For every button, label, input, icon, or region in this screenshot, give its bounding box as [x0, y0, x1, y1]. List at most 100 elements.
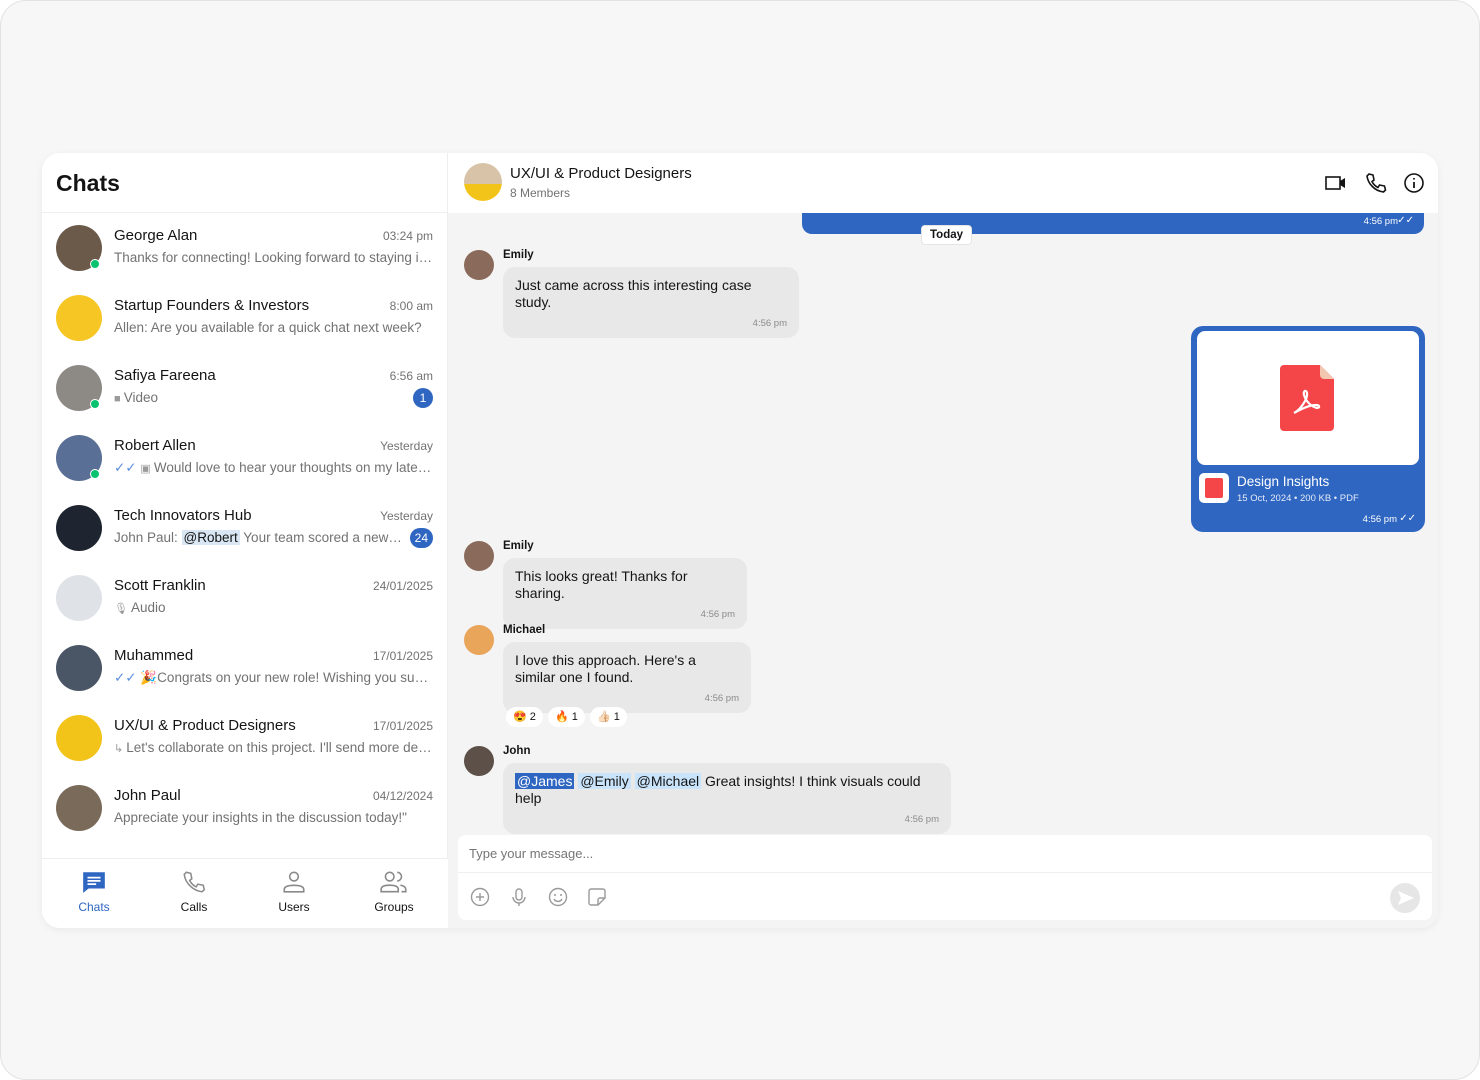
chat-list-item[interactable]: John Paul 04/12/2024 Appreciate your insig…: [42, 785, 448, 855]
pdf-icon: [1280, 365, 1334, 431]
unread-badge: 24: [409, 528, 433, 548]
unread-badge: 1: [413, 388, 433, 408]
reaction-chip[interactable]: 🔥 1: [548, 707, 585, 727]
chat-time: 8:00 am: [389, 299, 433, 313]
message-text: This looks great! Thanks for sharing.: [515, 568, 688, 601]
sender-name: John: [503, 745, 531, 757]
reaction-count: 1: [613, 711, 620, 723]
member-count: 8 Members: [510, 186, 571, 200]
file-message[interactable]: Design Insights 15 Oct, 2024 • 200 KB • …: [1191, 326, 1425, 532]
chat-preview: Appreciate your insights in the discussi…: [114, 810, 434, 825]
reaction-emoji: 😍: [513, 711, 527, 723]
message-input[interactable]: [458, 835, 1432, 873]
divider: [42, 212, 448, 213]
message-time: 4:56 pm: [1363, 216, 1398, 227]
sender-name: Michael: [503, 624, 546, 636]
reaction-chip[interactable]: 😍 2: [506, 707, 543, 727]
tab-users[interactable]: Users: [244, 869, 344, 914]
file-name: Design Insights: [1237, 474, 1330, 489]
mention[interactable]: @James: [515, 773, 575, 789]
conversation-title: UX/UI & Product Designers: [510, 165, 692, 182]
mic-icon: 🎙: [114, 603, 132, 615]
sender-name: Emily: [503, 540, 534, 552]
tab-calls[interactable]: Calls: [144, 869, 244, 914]
file-type-icon: [1199, 473, 1229, 503]
read-receipt-icon: ✓✓: [114, 460, 141, 475]
message-bubble: Just came across this interesting case s…: [503, 267, 799, 338]
avatar: [464, 746, 494, 776]
mention: @Robert: [181, 530, 240, 545]
chat-preview: ✓✓ 🎉Congrats on your new role! Wishing y…: [114, 670, 434, 686]
avatar: [464, 250, 494, 280]
chat-time: 04/12/2024: [372, 789, 433, 803]
group-avatar[interactable]: [464, 163, 502, 201]
avatar: [464, 625, 494, 655]
microphone-icon[interactable]: [509, 887, 529, 907]
sticker-icon[interactable]: [587, 887, 607, 907]
voice-call-icon[interactable]: [1364, 171, 1388, 195]
chat-list-item[interactable]: Tech Innovators Hub Yesterday John Paul: @…: [42, 505, 448, 575]
tab-label: Chats: [78, 900, 110, 914]
add-attachment-icon[interactable]: [470, 887, 490, 907]
chat-list-item[interactable]: Muhammed 17/01/2025 ✓✓ 🎉Congrats on your n…: [42, 645, 448, 715]
avatar: [56, 505, 102, 551]
reaction-emoji: 👍🏻: [597, 711, 611, 723]
mention[interactable]: @Michael: [634, 773, 702, 789]
avatar: [56, 295, 102, 341]
preview-text: Are you available for a quick chat next …: [150, 320, 422, 335]
message-composer: [458, 835, 1432, 920]
chat-preview: 🎙 Audio: [114, 600, 434, 615]
tab-chats[interactable]: Chats: [44, 869, 144, 914]
video-call-icon[interactable]: [1324, 171, 1348, 195]
sidebar: Chats George Alan 03:24 pm Thanks for conn…: [42, 153, 448, 928]
reaction-emoji: 🔥: [555, 711, 569, 723]
message-bubble: @James @Emily @Michael Great insights! I…: [503, 763, 951, 834]
send-button[interactable]: [1390, 883, 1420, 913]
chat-time: 6:56 am: [389, 369, 433, 383]
chat-list-item[interactable]: Safiya Fareena 6:56 am ■ Video 1: [42, 365, 448, 435]
chat-list-item[interactable]: UX/UI & Product Designers 17/01/2025 ↳ Let…: [42, 715, 448, 785]
message-text: Just came across this interesting case s…: [515, 277, 752, 310]
sidebar-title: Chats: [56, 170, 120, 196]
preview-text: Appreciate your insights in the discussi…: [114, 810, 407, 825]
reaction-chip[interactable]: 👍🏻 1: [590, 707, 627, 727]
chat-list-item[interactable]: Robert Allen Yesterday ✓✓ ▣ Would love to …: [42, 435, 448, 505]
avatar: [56, 715, 102, 761]
previous-outgoing-message: 4:56 pm ✓✓: [802, 213, 1424, 234]
preview-sender: Allen:: [114, 320, 151, 335]
message-time: 4:56 pm: [752, 318, 787, 329]
read-receipt-icon: ✓✓: [1397, 215, 1414, 226]
avatar: [464, 541, 494, 571]
mention[interactable]: @Emily: [578, 773, 631, 789]
preview-text: Your team scored a new milestone!: [243, 530, 404, 545]
chat-list-item[interactable]: Startup Founders & Investors 8:00 am Allen…: [42, 295, 448, 365]
file-preview[interactable]: [1197, 331, 1419, 465]
message-text: I love this approach. Here's a similar o…: [515, 652, 696, 685]
tab-label: Groups: [374, 900, 414, 914]
groups-icon: [380, 871, 407, 893]
chat-preview: Thanks for connecting! Looking forward t…: [114, 250, 434, 265]
info-icon[interactable]: [1402, 171, 1426, 195]
message-bubble: This looks great! Thanks for sharing. 4:5…: [503, 558, 747, 629]
tab-groups[interactable]: Groups: [344, 869, 444, 914]
image-icon: ▣: [140, 463, 154, 475]
date-separator: Today: [921, 225, 973, 245]
message-time: 4:56 pm: [904, 814, 939, 825]
chat-time: 17/01/2025: [372, 719, 433, 733]
emoji-icon[interactable]: [548, 887, 568, 907]
chat-preview: ✓✓ ▣ Would love to hear your thoughts on…: [114, 460, 434, 476]
message-bubble: I love this approach. Here's a similar o…: [503, 642, 751, 713]
chat-name: Tech Innovators Hub: [114, 507, 252, 524]
read-receipt-icon: ✓✓: [1399, 513, 1416, 524]
chat-time: Yesterday: [380, 439, 433, 453]
chat-list-item[interactable]: George Alan 03:24 pm Thanks for connecting…: [42, 225, 448, 295]
preview-text: Thanks for connecting! Looking forward t…: [114, 250, 434, 265]
chat-name: Muhammed: [114, 647, 194, 664]
chat-time: Yesterday: [380, 509, 433, 523]
chat-list-item[interactable]: Scott Franklin 24/01/2025 🎙 Audio: [42, 575, 448, 645]
conversation: UX/UI & Product Designers 8 Members 4:56…: [448, 153, 1438, 928]
preview-text: Audio: [131, 600, 166, 615]
user-icon: [283, 871, 305, 893]
message-time: 4:56 pm: [1362, 514, 1397, 525]
message-text: Great insights! I think visuals could he…: [515, 773, 921, 806]
